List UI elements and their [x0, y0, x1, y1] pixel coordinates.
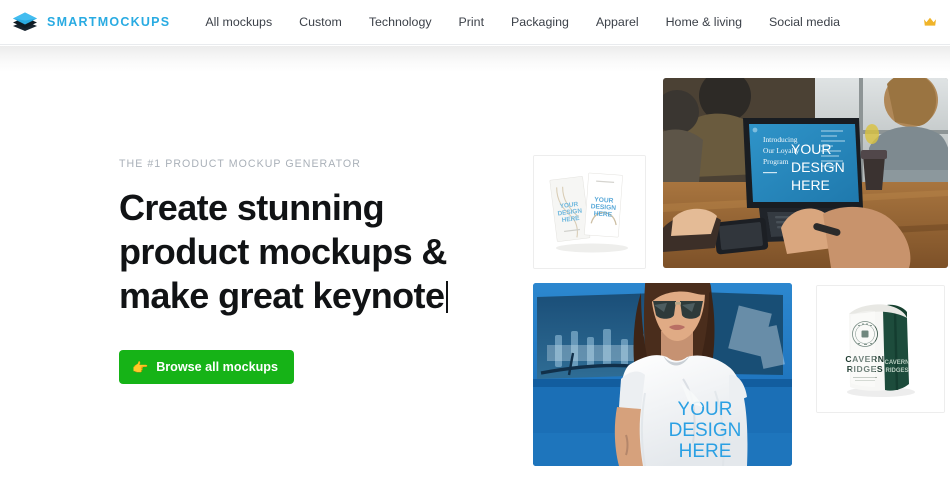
- gallery-tile-laptop[interactable]: Introducing Our Loyalty Program YOUR DES…: [663, 78, 948, 268]
- hero-eyebrow: THE #1 PRODUCT MOCKUP GENERATOR: [119, 158, 361, 170]
- primary-nav: All mockups Custom Technology Print Pack…: [205, 11, 840, 33]
- svg-text:HERE: HERE: [593, 210, 612, 218]
- svg-text:DESIGN: DESIGN: [791, 159, 845, 175]
- headline-line-2: product mockups &: [119, 231, 447, 272]
- hero-copy: THE #1 PRODUCT MOCKUP GENERATOR Create s…: [119, 158, 519, 384]
- headline-line-1: Create stunning: [119, 187, 385, 228]
- nav-item-packaging[interactable]: Packaging: [511, 11, 569, 33]
- nav-item-technology[interactable]: Technology: [369, 11, 432, 33]
- svg-text:YOUR: YOUR: [791, 141, 831, 157]
- gallery-tile-tshirt[interactable]: YOUR DESIGN HERE: [533, 283, 792, 466]
- svg-text:DESIGN: DESIGN: [669, 420, 742, 441]
- gallery-tile-business-cards[interactable]: YOUR DESIGN HERE YOUR DESIGN HERE: [533, 155, 646, 269]
- svg-text:HERE: HERE: [679, 441, 732, 462]
- nav-item-apparel[interactable]: Apparel: [596, 11, 639, 33]
- nav-item-all-mockups[interactable]: All mockups: [205, 11, 272, 33]
- crown-icon[interactable]: [922, 14, 938, 30]
- typing-caret: [446, 281, 449, 313]
- pointing-hand-icon: 👉: [132, 359, 149, 375]
- svg-text:HERE: HERE: [791, 177, 830, 193]
- svg-text:RIDGES: RIDGES: [885, 368, 908, 374]
- browse-all-mockups-button[interactable]: 👉 Browse all mockups: [119, 350, 294, 384]
- brand-name: SMARTMOCKUPS: [47, 15, 171, 29]
- svg-text:Program: Program: [763, 157, 789, 166]
- brand-logo[interactable]: SMARTMOCKUPS: [12, 11, 170, 33]
- gallery-tile-coffee-bag[interactable]: CAVERN RIDGES CAVERN RIDGES: [816, 285, 945, 413]
- page-root: SMARTMOCKUPS All mockups Custom Technolo…: [0, 0, 950, 501]
- browse-all-mockups-label: Browse all mockups: [156, 360, 278, 374]
- page-title: Create stunning product mockups & make g…: [119, 186, 519, 318]
- nav-item-social-media[interactable]: Social media: [769, 11, 840, 33]
- headline-line-3: make great keynote: [119, 275, 445, 316]
- svg-text:YOUR: YOUR: [678, 399, 733, 420]
- hero-background-fade: [0, 46, 950, 72]
- nav-item-print[interactable]: Print: [459, 11, 484, 33]
- nav-item-home-living[interactable]: Home & living: [666, 11, 742, 33]
- svg-text:CAVERN: CAVERN: [885, 360, 910, 366]
- stacked-layers-icon: [12, 11, 38, 33]
- site-header: SMARTMOCKUPS All mockups Custom Technolo…: [0, 0, 950, 45]
- nav-item-custom[interactable]: Custom: [299, 11, 342, 33]
